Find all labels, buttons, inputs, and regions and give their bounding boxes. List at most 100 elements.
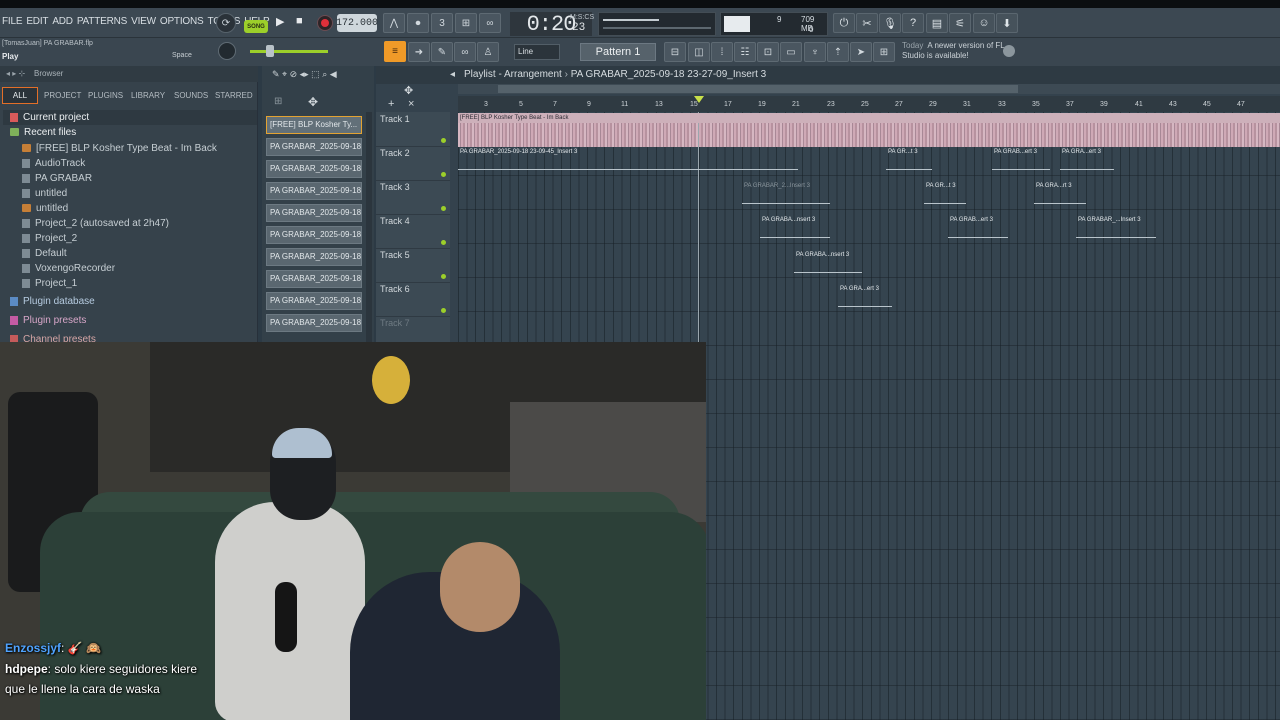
scissors-icon[interactable]: ✂ — [856, 13, 878, 33]
audio-clip[interactable]: PA GRABA...nsert 3 — [760, 215, 830, 225]
help-icon[interactable]: ? — [902, 13, 924, 33]
channel-button[interactable]: PA GRABAR_2025-09-18... — [266, 182, 362, 200]
audio-clip[interactable]: PA GRA...ert 3 — [1060, 147, 1114, 157]
add-track-icon[interactable]: + — [388, 98, 394, 110]
browser-item[interactable]: Project_2 — [22, 231, 77, 245]
stop-icon[interactable]: ■ — [296, 15, 303, 27]
link-icon[interactable]: ∞ — [454, 42, 476, 62]
audio-clip[interactable]: PA GRAB...ert 3 — [948, 215, 1008, 225]
plugin-icon[interactable]: ♆ — [804, 42, 826, 62]
track-mute-led[interactable] — [441, 172, 446, 177]
menu-add[interactable]: ADD — [52, 16, 73, 27]
power-icon[interactable]: ⏻ — [833, 13, 855, 33]
microphone-icon[interactable]: 🎙 — [879, 13, 901, 33]
browser-item[interactable]: AudioTrack — [22, 156, 85, 170]
track-name[interactable]: Track 1 — [380, 114, 410, 124]
globe-icon[interactable] — [1003, 45, 1015, 57]
channel-button[interactable]: PA GRABAR_2025-09-18... — [266, 160, 362, 178]
track-mute-led[interactable] — [441, 240, 446, 245]
wait-record-icon[interactable]: ⏺ — [407, 13, 429, 33]
menu-view[interactable]: VIEW — [131, 16, 156, 27]
song-mode-button[interactable]: SONG — [244, 20, 268, 33]
tab-plugins[interactable]: PLUGINS — [88, 91, 123, 100]
audio-clip[interactable]: PA GRA...ert 3 — [838, 284, 892, 294]
play-icon[interactable]: ▶ — [276, 15, 284, 28]
track-name[interactable]: Track 6 — [380, 284, 410, 294]
stamp-icon[interactable]: ♙ — [477, 42, 499, 62]
channel-button[interactable]: PA GRABAR_2025-09-18... — [266, 314, 362, 332]
menu-patterns[interactable]: PATTERNS — [77, 16, 127, 27]
waveform-icon[interactable]: ◫ — [688, 42, 710, 62]
tab-project[interactable]: PROJECT — [44, 91, 81, 100]
audio-clip[interactable]: PA GRABAR_...Insert 3 — [1076, 215, 1156, 225]
arrow-right-icon[interactable]: ➜ — [408, 42, 430, 62]
paint-icon[interactable]: ✎ — [431, 42, 453, 62]
audio-clip[interactable]: PA GR...t 3 — [886, 147, 932, 157]
snap-select[interactable]: Line — [514, 44, 560, 60]
close-icon[interactable]: × — [408, 98, 414, 110]
metronome-icon[interactable]: ⋀ — [383, 13, 405, 33]
track-mute-led[interactable] — [441, 206, 446, 211]
channel-button[interactable]: [FREE] BLP Kosher Ty... — [266, 116, 362, 134]
browser-item-current-project[interactable]: Current project — [10, 110, 89, 124]
mixer-button-icon[interactable]: ☷ — [734, 42, 756, 62]
track-mute-led[interactable] — [441, 308, 446, 313]
channel-scrollbar[interactable] — [366, 112, 372, 342]
tempo-display[interactable]: 172.000 — [336, 14, 378, 32]
send-icon[interactable]: ➤ — [850, 42, 872, 62]
channel-button[interactable]: PA GRABAR_2025-09-18... — [266, 248, 362, 266]
save-icon[interactable]: ▤ — [926, 13, 948, 33]
step-sequencer-icon[interactable]: ⁞ — [711, 42, 733, 62]
browser-item[interactable]: Project_2 (autosaved at 2h47) — [22, 216, 169, 230]
playlist-icon[interactable]: ≡ — [384, 41, 406, 62]
browser-item[interactable]: Project_1 — [22, 276, 77, 290]
channel-button[interactable]: PA GRABAR_2025-09-18... — [266, 270, 362, 288]
browser-item[interactable]: untitled — [22, 186, 67, 200]
channel-button[interactable]: PA GRABAR_2025-09-18... — [266, 204, 362, 222]
playlist-tools[interactable]: ✎ ⌖ ⊘ ◂▸ ⬚ ⌕ ◀ — [272, 69, 337, 80]
browser-item[interactable]: [FREE] BLP Kosher Type Beat - Im Back — [22, 141, 217, 155]
tab-library[interactable]: LIBRARY — [131, 91, 165, 100]
browser-item[interactable]: untitled — [22, 201, 68, 215]
audio-clip[interactable]: PA GRA...rt 3 — [1034, 181, 1086, 191]
browser-item-recent-files[interactable]: Recent files — [10, 125, 76, 139]
record-button[interactable] — [317, 15, 333, 31]
menu-options[interactable]: OPTIONS — [160, 16, 204, 27]
tempo-tap-icon[interactable]: ⇡ — [827, 42, 849, 62]
time-ruler[interactable]: 3 5 7 9 11 13 15 17 19 21 23 25 27 29 31… — [458, 96, 1280, 112]
master-pitch-slider[interactable] — [250, 50, 328, 53]
browser-icon[interactable]: ▭ — [780, 42, 802, 62]
track-mute-led[interactable] — [441, 138, 446, 143]
channel-button[interactable]: PA GRABAR_2025-09-18... — [266, 138, 362, 156]
audio-clip[interactable]: [FREE] BLP Kosher Type Beat - Im Back — [458, 113, 1280, 123]
audio-waveform[interactable] — [458, 123, 1280, 147]
audio-clip[interactable]: PA GRABAR_2...Insert 3 — [742, 181, 830, 191]
playlist-menu-icon[interactable]: ◂ — [450, 69, 455, 80]
piano-roll-icon[interactable]: ⊟ — [664, 42, 686, 62]
audio-clip[interactable]: PA GRAB...ert 3 — [992, 147, 1050, 157]
channel-button[interactable]: PA GRABAR_2025-09-18... — [266, 226, 362, 244]
track-name[interactable]: Track 5 — [380, 250, 410, 260]
browser-item[interactable]: Default — [22, 246, 67, 260]
audio-clip[interactable]: PA GRABA...nsert 3 — [794, 250, 862, 260]
slider-thumb[interactable] — [266, 45, 274, 57]
track-name[interactable]: Track 4 — [380, 216, 410, 226]
download-icon[interactable]: ⬇ — [996, 13, 1018, 33]
tab-starred[interactable]: STARRED — [215, 91, 253, 100]
mixer-icon[interactable]: ⚟ — [949, 13, 971, 33]
browser-item-plugin-database[interactable]: Plugin database — [10, 294, 95, 308]
playhead-marker[interactable] — [694, 96, 704, 103]
audio-clip[interactable]: PA GR...t 3 — [924, 181, 966, 191]
move-icon[interactable]: ✥ — [308, 95, 318, 109]
pattern-select[interactable]: Pattern 1 — [580, 43, 656, 61]
browser-item[interactable]: PA GRABAR — [22, 171, 92, 185]
browser-item[interactable]: VoxengoRecorder — [22, 261, 115, 275]
refresh-icon[interactable]: ⟳ — [216, 13, 236, 33]
menu-file[interactable]: FILE — [2, 16, 23, 27]
countdown-icon[interactable]: 3 — [431, 13, 453, 33]
channel-button[interactable]: PA GRABAR_2025-09-18... — [266, 292, 362, 310]
step-edit-icon[interactable]: ⊞ — [455, 13, 477, 33]
track-name[interactable]: Track 7 — [380, 318, 410, 328]
pin-icon[interactable]: ⊞ — [274, 96, 282, 107]
menu-edit[interactable]: EDIT — [26, 16, 48, 27]
